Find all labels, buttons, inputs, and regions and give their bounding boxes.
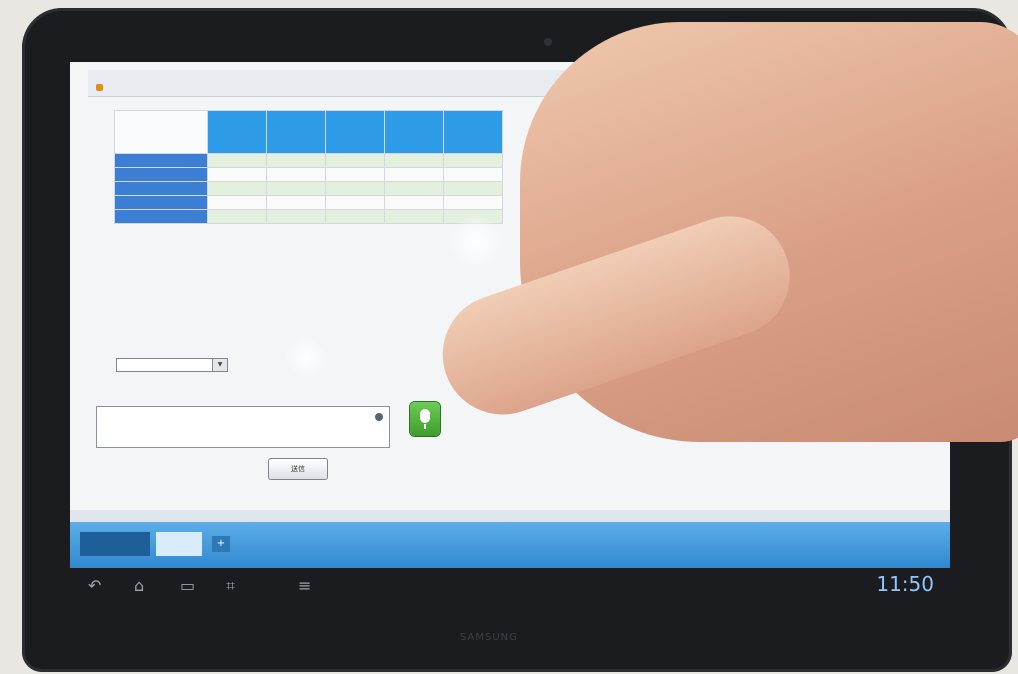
table-row-label: [114, 195, 208, 210]
home-icon[interactable]: ⌂: [134, 576, 144, 595]
browser-tab[interactable]: [80, 532, 150, 556]
table-header: [384, 110, 444, 154]
brand-logo: SAMSUNG: [460, 632, 518, 643]
free-text-input[interactable]: [96, 406, 390, 448]
recent-apps-icon[interactable]: ▭: [180, 576, 195, 595]
browser-tab-strip: +: [70, 522, 950, 568]
table-row-label: [114, 209, 208, 224]
light-glare: [450, 216, 502, 268]
browser-status-line: [70, 510, 950, 522]
table-header: [443, 110, 503, 154]
back-icon[interactable]: ↶: [88, 576, 101, 595]
front-camera: [544, 38, 552, 46]
new-tab-button[interactable]: +: [212, 536, 230, 552]
chevron-down-icon: ▼: [212, 359, 227, 371]
mic-stand: [424, 424, 426, 429]
table-row-label: [114, 167, 208, 182]
table-header: [207, 110, 267, 154]
menu-icon[interactable]: ≡: [298, 576, 311, 595]
table-header: [266, 110, 326, 154]
screenshot-icon[interactable]: ⌗: [226, 576, 235, 596]
table-corner: [114, 110, 208, 154]
status-clock: 11:50: [876, 572, 934, 596]
answer-select[interactable]: ▼: [116, 358, 228, 372]
light-glare: [286, 338, 326, 378]
voice-input-button[interactable]: [410, 402, 440, 436]
table-header: [325, 110, 385, 154]
table-row-label: [114, 181, 208, 196]
favicon-icon: [96, 84, 103, 91]
android-nav-bar: ↶ ⌂ ▭ ⌗ ≡ 11:50: [70, 568, 950, 604]
mic-icon: [420, 409, 430, 423]
survey-table: [114, 110, 503, 224]
table-row-label: [114, 153, 208, 168]
browser-tab[interactable]: [156, 532, 202, 556]
clear-icon[interactable]: [375, 413, 383, 421]
submit-button[interactable]: 送信: [268, 458, 328, 480]
